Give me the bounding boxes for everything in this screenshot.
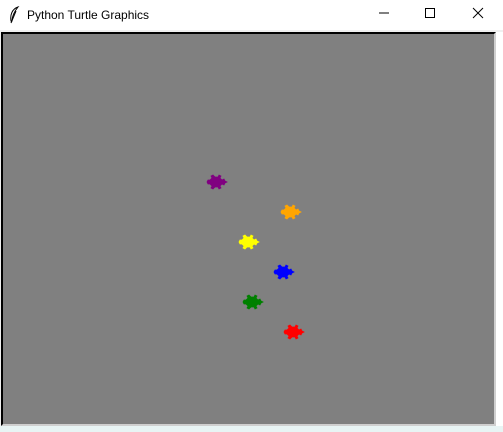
close-icon — [472, 6, 484, 24]
title-bar[interactable]: Python Turtle Graphics — [0, 0, 503, 30]
turtle-shape — [242, 294, 264, 310]
turtle-shape — [273, 264, 295, 280]
red-turtle — [283, 324, 305, 340]
purple-turtle — [206, 174, 228, 190]
turtle-window: Python Turtle Graphics — [0, 0, 503, 432]
minimize-icon — [378, 6, 390, 24]
green-turtle — [242, 294, 264, 310]
window-title: Python Turtle Graphics — [27, 8, 150, 22]
turtle-drawing-area — [206, 174, 305, 340]
turtle-shape — [206, 174, 228, 190]
yellow-turtle — [238, 234, 260, 250]
blue-turtle — [273, 264, 295, 280]
turtle-shape — [283, 324, 305, 340]
window-edge-bottom — [0, 426, 503, 432]
maximize-icon — [424, 6, 436, 24]
close-button[interactable] — [453, 0, 503, 30]
window-edge-right — [496, 32, 503, 426]
turtle-shape — [280, 204, 302, 220]
feather-icon — [7, 5, 21, 24]
turtle-shape — [238, 234, 260, 250]
maximize-button[interactable] — [407, 0, 453, 30]
orange-turtle — [280, 204, 302, 220]
minimize-button[interactable] — [361, 0, 407, 30]
turtle-canvas[interactable] — [1, 32, 496, 426]
